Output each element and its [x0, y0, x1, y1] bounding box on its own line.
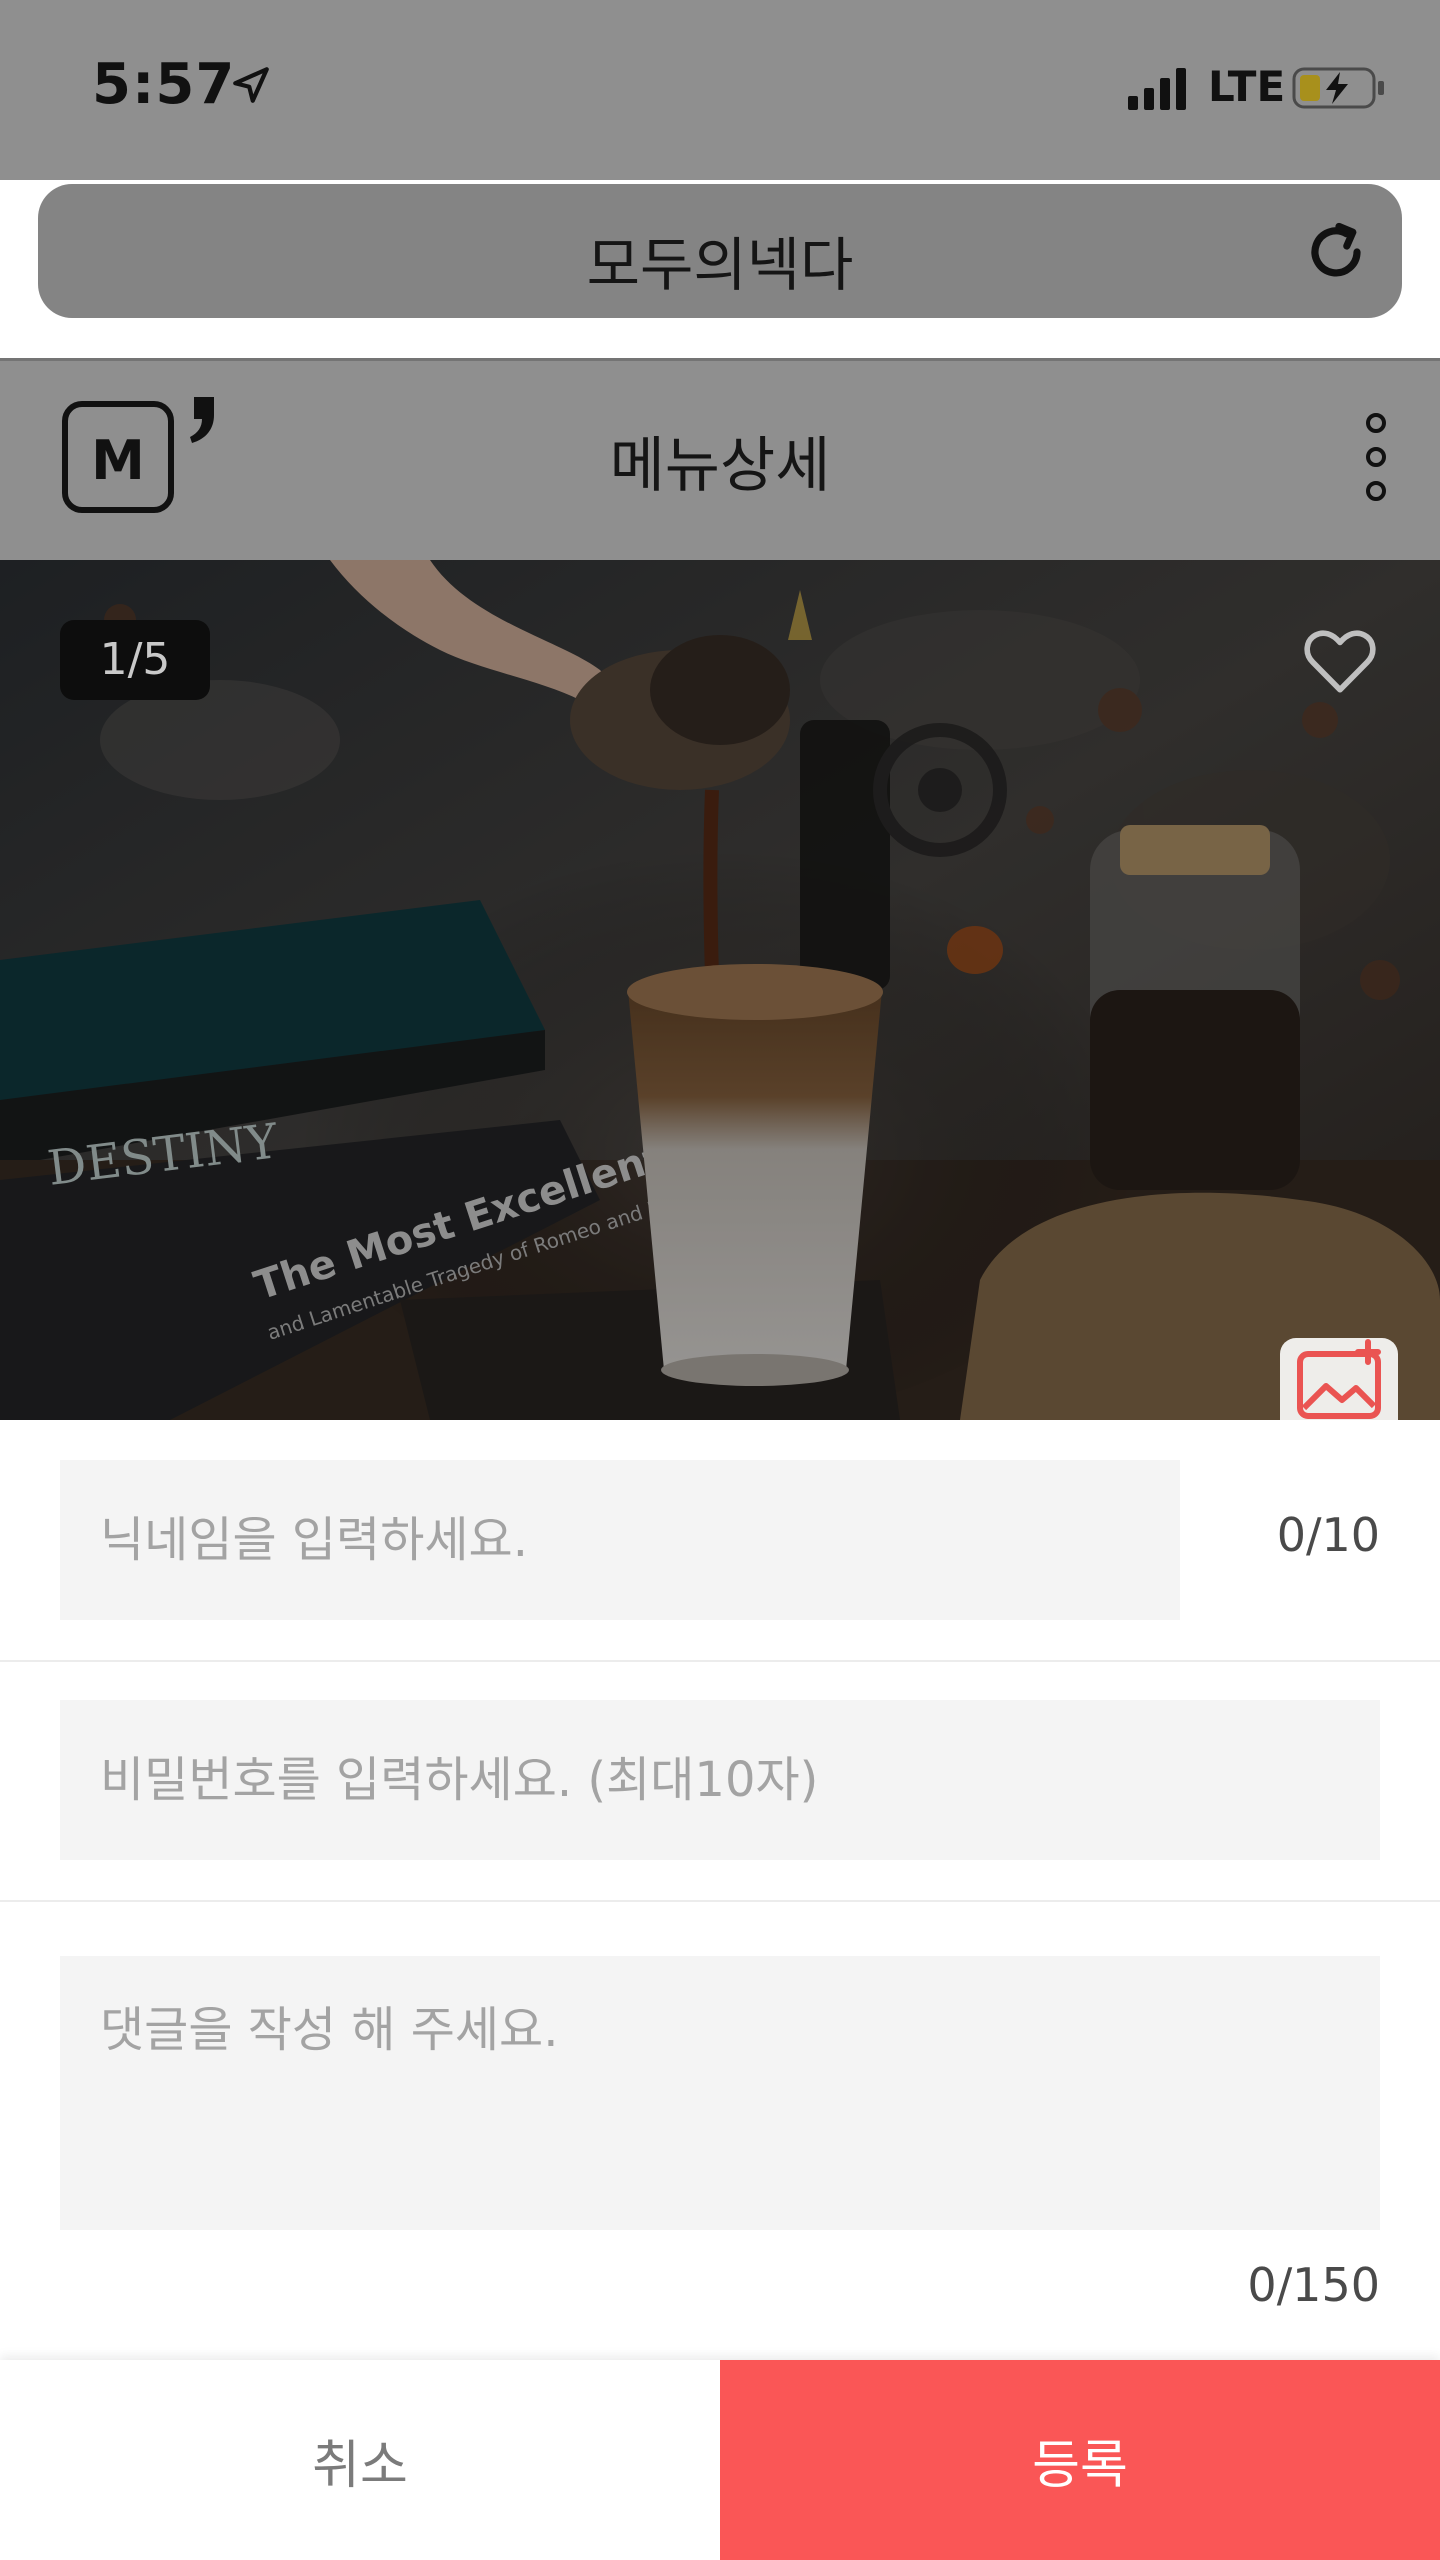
page-url-title: 모두의넥다: [586, 231, 854, 299]
submit-button[interactable]: 등록: [720, 2360, 1440, 2560]
comment-char-count: 0/150: [1247, 2258, 1380, 2312]
image-counter-badge: 1/5: [60, 620, 210, 700]
cancel-button[interactable]: 취소: [0, 2360, 720, 2560]
app-header: M 메뉴상세: [0, 361, 1440, 560]
comment-textarea[interactable]: [60, 1956, 1380, 2230]
heart-icon[interactable]: [1298, 618, 1382, 702]
browser-url-bar[interactable]: 모두의넥다: [38, 184, 1402, 318]
image-dim-overlay: [0, 560, 1440, 1420]
password-input[interactable]: [60, 1700, 1380, 1860]
kebab-menu-icon[interactable]: [1364, 409, 1388, 505]
password-row: [0, 1662, 1440, 1902]
status-bar: 5:57 LTE: [0, 0, 1440, 180]
nickname-row: 0/10: [0, 1420, 1440, 1662]
nickname-input[interactable]: [60, 1460, 1180, 1620]
add-image-icon: [1297, 1339, 1381, 1419]
bottom-action-bar: 취소 등록: [0, 2360, 1440, 2560]
page-title: 메뉴상세: [609, 431, 831, 501]
location-arrow-icon: [233, 67, 269, 103]
battery-charging-icon: [1292, 67, 1384, 109]
status-time: 5:57: [92, 52, 236, 117]
network-type: LTE: [1208, 62, 1286, 111]
signal-icon: [1128, 68, 1186, 110]
reload-icon[interactable]: [1300, 216, 1372, 288]
menu-photo[interactable]: DESTINY The Most Excellent and Lamentabl…: [0, 560, 1440, 1420]
add-photo-button[interactable]: [1280, 1338, 1398, 1420]
nickname-char-count: 0/10: [1276, 1508, 1380, 1562]
